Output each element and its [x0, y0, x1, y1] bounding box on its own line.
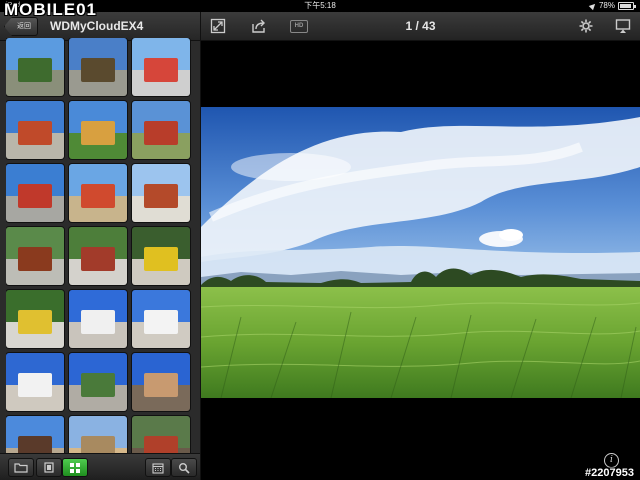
photo-thumbnail[interactable]	[132, 101, 190, 159]
sidebar-title: WDMyCloudEX4	[50, 19, 144, 33]
grid-view-button[interactable]	[62, 458, 88, 477]
airplay-icon[interactable]	[615, 18, 631, 34]
battery-status: 78%	[588, 0, 636, 12]
photo-thumbnail[interactable]	[6, 38, 64, 96]
photo-thumbnail[interactable]	[69, 353, 127, 411]
photo-thumbnail[interactable]	[132, 38, 190, 96]
photo-thumbnail[interactable]	[6, 290, 64, 348]
photo-thumbnail[interactable]	[69, 101, 127, 159]
battery-icon	[618, 2, 636, 10]
calendar-button[interactable]	[145, 458, 171, 477]
location-icon	[588, 1, 598, 11]
photo-thumbnail[interactable]	[69, 164, 127, 222]
thumbnail-grid[interactable]	[6, 38, 196, 462]
battery-percent: 78%	[598, 1, 615, 10]
sidebar: 返回 WDMyCloudEX4	[0, 12, 201, 480]
watermark-logo: MOBILE01	[4, 0, 98, 19]
photo-thumbnail[interactable]	[132, 164, 190, 222]
photo-thumbnail[interactable]	[6, 227, 64, 285]
photo-thumbnail[interactable]	[132, 353, 190, 411]
photo-thumbnail[interactable]	[6, 353, 64, 411]
photo-thumbnail[interactable]	[6, 164, 64, 222]
grid-icon	[70, 462, 80, 473]
search-button[interactable]	[171, 458, 197, 477]
info-icon[interactable]: i	[604, 453, 619, 468]
single-photo-icon	[44, 462, 54, 473]
main-photo[interactable]	[201, 107, 640, 398]
photo-thumbnail[interactable]	[132, 290, 190, 348]
search-icon	[179, 462, 190, 474]
viewer-toolbar: HD 1 / 43	[201, 12, 640, 41]
photo-thumbnail[interactable]	[6, 101, 64, 159]
folder-icon	[14, 463, 28, 473]
gear-icon[interactable]	[578, 18, 594, 34]
photo-counter: 1 / 43	[405, 19, 436, 33]
sidebar-toolbar	[0, 453, 200, 480]
single-view-button[interactable]	[36, 458, 62, 477]
photo-thumbnail[interactable]	[69, 290, 127, 348]
photo-thumbnail[interactable]	[132, 227, 190, 285]
photo-thumbnail[interactable]	[69, 38, 127, 96]
watermark-post-id: #2207953	[585, 467, 634, 479]
calendar-icon	[152, 462, 164, 474]
photo-thumbnail[interactable]	[69, 227, 127, 285]
folder-view-button[interactable]	[8, 458, 34, 477]
